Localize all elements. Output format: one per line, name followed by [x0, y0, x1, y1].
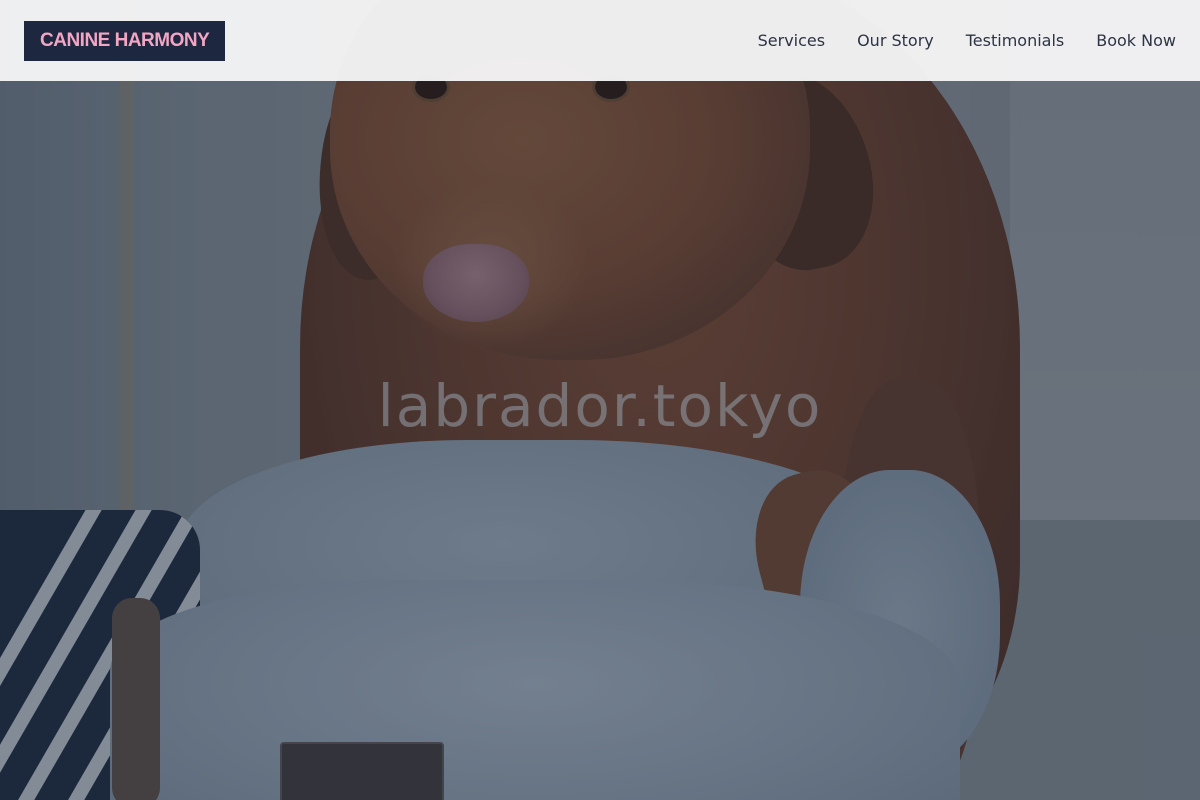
hero-image: labrador.tokyo	[0, 0, 1200, 800]
watermark-text: labrador.tokyo	[377, 372, 823, 440]
nav-link-services[interactable]: Services	[758, 31, 825, 50]
main-nav: Services Our Story Testimonials Book Now	[758, 31, 1176, 50]
site-logo[interactable]: CANINE HARMONY	[24, 20, 226, 61]
nav-link-testimonials[interactable]: Testimonials	[966, 31, 1065, 50]
nav-link-our-story[interactable]: Our Story	[857, 31, 934, 50]
site-header: CANINE HARMONY Services Our Story Testim…	[0, 0, 1200, 81]
nav-link-book-now[interactable]: Book Now	[1096, 31, 1176, 50]
